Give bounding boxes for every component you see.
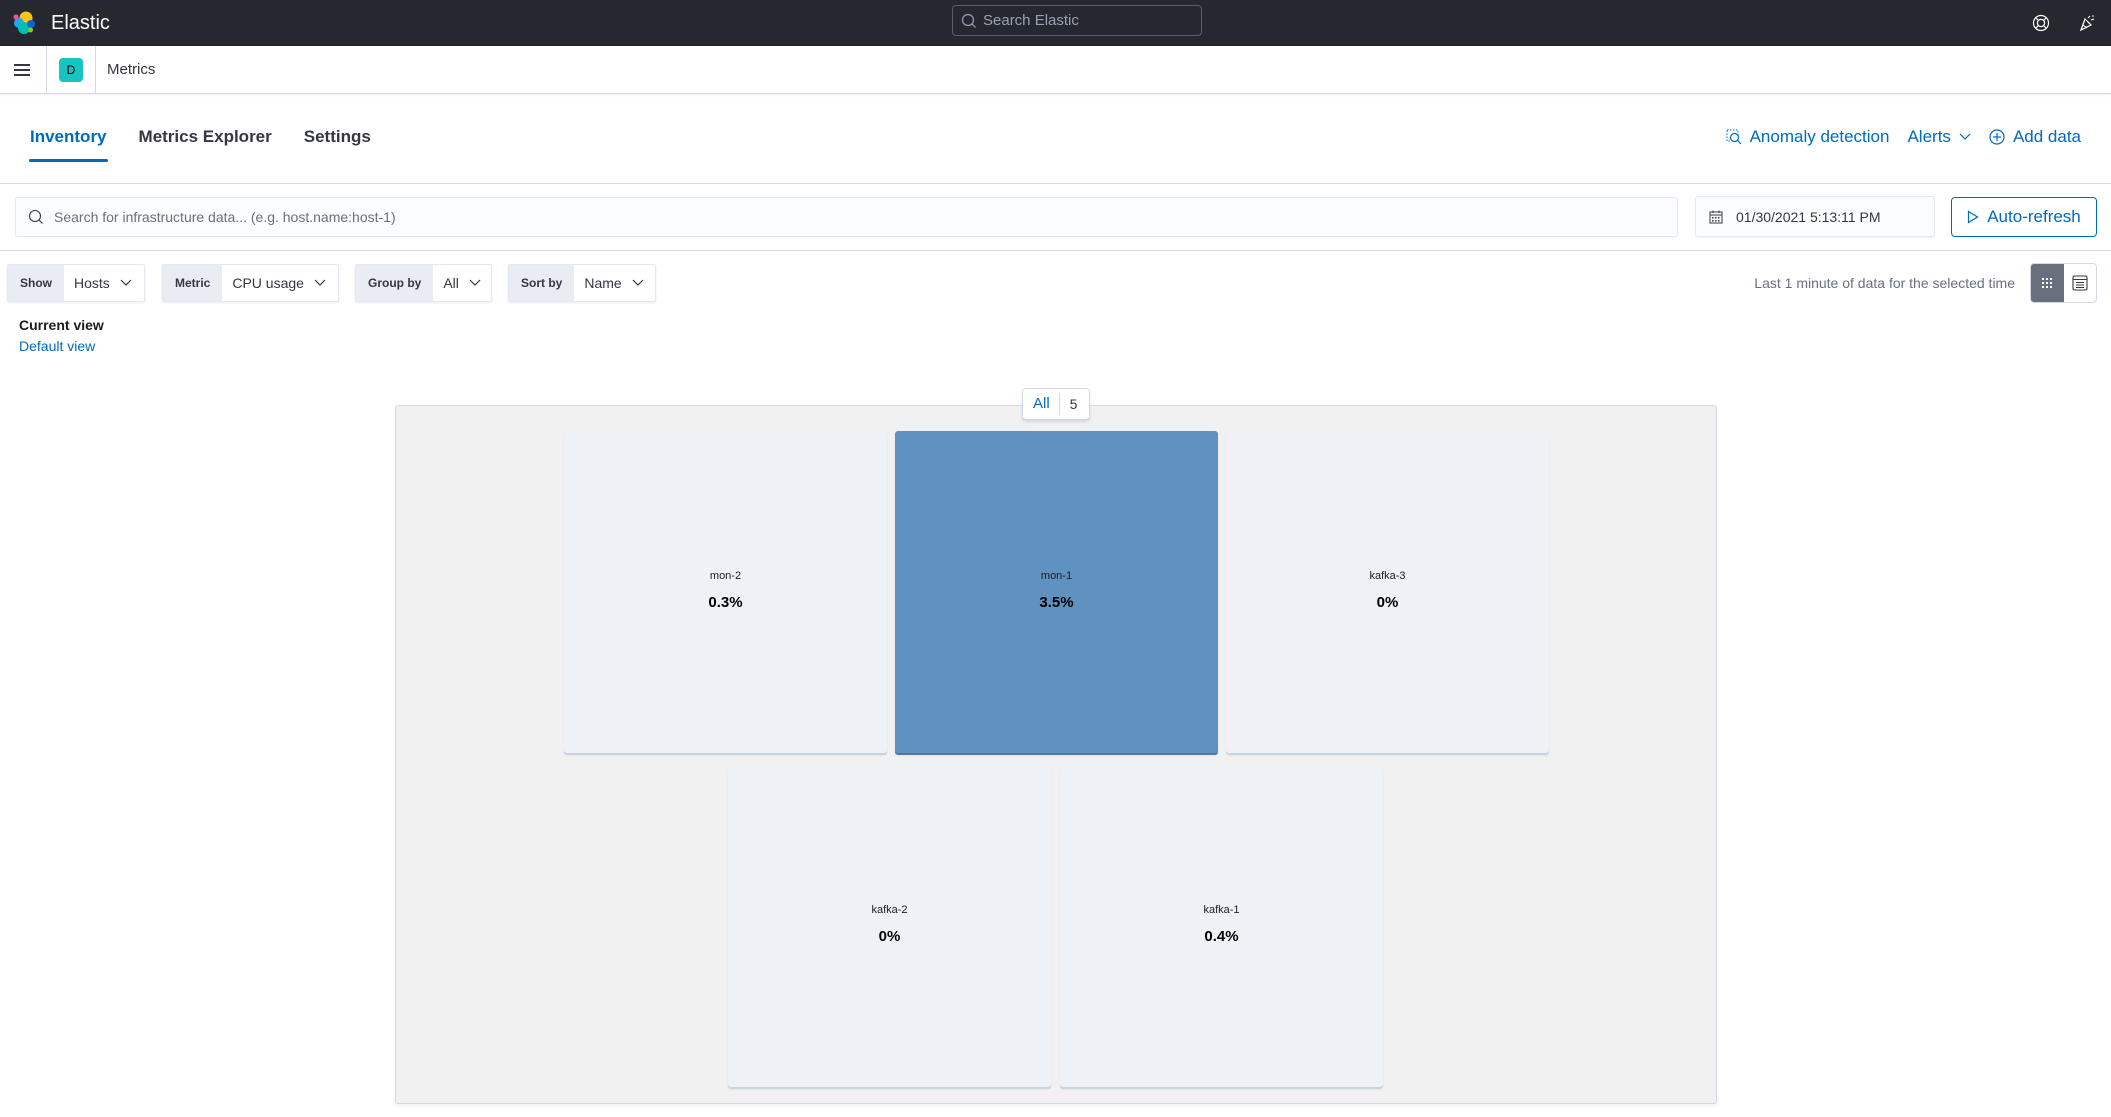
space-avatar[interactable]: D bbox=[59, 58, 83, 82]
group-count: 5 bbox=[1069, 396, 1078, 412]
chevron-down-icon bbox=[120, 279, 132, 286]
metric-filter-value: CPU usage bbox=[232, 275, 304, 291]
node-tile[interactable]: kafka-3 0% bbox=[1226, 431, 1549, 753]
infrastructure-search-input[interactable] bbox=[54, 209, 1554, 225]
show-filter-value: Hosts bbox=[74, 275, 110, 291]
group-badge[interactable]: All 5 bbox=[1022, 388, 1090, 420]
newsfeed-icon[interactable] bbox=[2075, 11, 2099, 35]
global-search[interactable] bbox=[952, 5, 1202, 36]
view-toggle bbox=[2030, 263, 2097, 303]
anomaly-detection-label: Anomaly detection bbox=[1749, 127, 1890, 146]
infrastructure-search-bar[interactable] bbox=[15, 197, 1678, 237]
node-name: kafka-3 bbox=[1369, 570, 1406, 582]
page-tabs: Inventory Metrics Explorer Settings bbox=[29, 124, 403, 162]
chevron-down-icon bbox=[632, 279, 644, 286]
divider bbox=[0, 183, 2111, 184]
node-value: 0.4% bbox=[1204, 928, 1239, 945]
table-view-button[interactable] bbox=[2063, 264, 2096, 302]
menu-icon[interactable] bbox=[10, 58, 34, 82]
search-icon bbox=[961, 13, 976, 28]
alerts-label: Alerts bbox=[1907, 127, 1951, 146]
divider bbox=[46, 46, 47, 93]
elastic-logo-icon[interactable] bbox=[11, 10, 37, 36]
group-name: All bbox=[1023, 393, 1060, 415]
auto-refresh-button[interactable]: Auto-refresh bbox=[1951, 197, 2097, 237]
group-by-filter-value: All bbox=[443, 275, 459, 291]
breadcrumb: Metrics bbox=[107, 61, 156, 78]
node-value: 0% bbox=[878, 928, 901, 945]
breadcrumb-bar: D Metrics bbox=[0, 46, 2111, 94]
sort-by-filter-label: Sort by bbox=[509, 265, 575, 301]
node-value: 0% bbox=[1376, 594, 1399, 611]
anomaly-detection-button[interactable]: Anomaly detection bbox=[1726, 127, 1890, 147]
show-filter-label: Show bbox=[8, 265, 64, 301]
calendar-icon bbox=[1709, 210, 1723, 223]
add-data-button[interactable]: Add data bbox=[1989, 127, 2081, 147]
play-icon bbox=[1968, 210, 1979, 224]
node-name: kafka-2 bbox=[871, 904, 908, 916]
anomaly-icon bbox=[1726, 129, 1742, 145]
date-picker[interactable]: 01/30/2021 5:13:11 PM bbox=[1695, 196, 1935, 237]
tab-settings[interactable]: Settings bbox=[304, 124, 371, 162]
current-view-label: Current view bbox=[19, 317, 104, 333]
node-value: 3.5% bbox=[1039, 594, 1074, 611]
time-range-info: Last 1 minute of data for the selected t… bbox=[1754, 275, 2015, 291]
brand-name: Elastic bbox=[51, 12, 110, 34]
node-name: mon-2 bbox=[709, 570, 742, 582]
auto-refresh-label: Auto-refresh bbox=[1987, 207, 2081, 226]
plus-circle-icon bbox=[1989, 129, 2005, 145]
saved-view-link[interactable]: Default view bbox=[19, 338, 95, 354]
add-data-label: Add data bbox=[2012, 127, 2081, 146]
chevron-down-icon bbox=[469, 279, 481, 286]
node-tile[interactable]: mon-2 0.3% bbox=[564, 431, 887, 753]
group-by-filter[interactable]: Group by All bbox=[355, 264, 492, 302]
global-header: Elastic bbox=[0, 0, 2111, 46]
global-search-input[interactable] bbox=[983, 12, 1183, 29]
sort-by-filter[interactable]: Sort by Name bbox=[508, 264, 656, 302]
metric-filter[interactable]: Metric CPU usage bbox=[162, 264, 339, 302]
divider bbox=[0, 250, 2111, 251]
node-name: mon-1 bbox=[1040, 570, 1073, 582]
tab-metrics-explorer[interactable]: Metrics Explorer bbox=[139, 124, 272, 162]
node-name: kafka-1 bbox=[1203, 904, 1240, 916]
alerts-menu-button[interactable]: Alerts bbox=[1907, 127, 1971, 147]
node-value: 0.3% bbox=[708, 594, 743, 611]
grid-dots-icon bbox=[2042, 278, 2053, 288]
group-by-filter-label: Group by bbox=[356, 265, 434, 301]
header-actions: Anomaly detection Alerts Add data bbox=[1726, 127, 2081, 147]
node-tile[interactable]: kafka-1 0.4% bbox=[1060, 765, 1383, 1087]
tab-inventory[interactable]: Inventory bbox=[29, 124, 108, 162]
date-picker-value: 01/30/2021 5:13:11 PM bbox=[1736, 208, 1881, 225]
chevron-down-icon bbox=[314, 279, 326, 286]
map-view-button[interactable] bbox=[2031, 264, 2064, 302]
node-tile[interactable]: mon-1 3.5% bbox=[895, 431, 1218, 753]
node-tile[interactable]: kafka-2 0% bbox=[728, 765, 1051, 1087]
divider bbox=[95, 46, 96, 93]
help-icon[interactable] bbox=[2029, 11, 2053, 35]
metric-filter-label: Metric bbox=[163, 265, 223, 301]
search-icon bbox=[28, 209, 43, 224]
chevron-down-icon bbox=[1959, 133, 1971, 140]
show-filter[interactable]: Show Hosts bbox=[7, 264, 145, 302]
table-icon bbox=[2072, 275, 2088, 291]
sort-by-filter-value: Name bbox=[584, 275, 622, 291]
